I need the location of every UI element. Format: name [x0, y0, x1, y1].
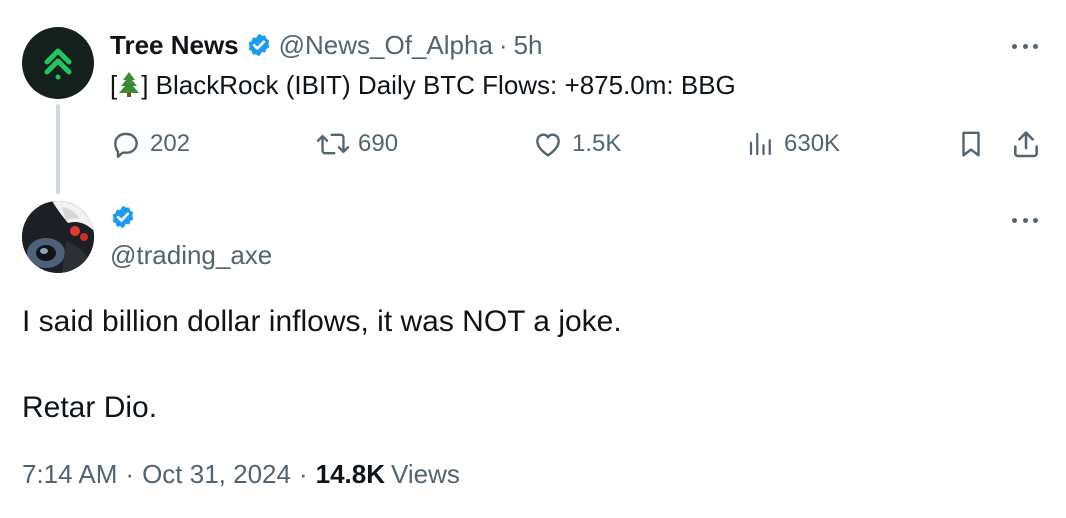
share-icon [1014, 131, 1038, 158]
more-icon[interactable] [1008, 39, 1042, 53]
author-handle[interactable]: @trading_axe [110, 240, 272, 270]
tweet-detail-view: Tree News @News_Of_Alpha · 5h [ ] BlackR… [0, 0, 1066, 518]
tree-news-avatar[interactable] [22, 27, 94, 99]
meta-separator: · [298, 459, 308, 489]
views-button[interactable]: 630K [746, 124, 840, 164]
parent-tweet-header: Tree News @News_Of_Alpha · 5h [110, 30, 543, 60]
repost-button[interactable]: 690 [316, 124, 398, 164]
parent-tweet-actions: 202 690 1.5K 630K [110, 124, 1050, 164]
arrow-up-logo-icon [44, 48, 72, 80]
meta-separator: · [125, 459, 135, 489]
tree-emoji-icon [118, 71, 140, 103]
tweet-time[interactable]: 7:14 AM [22, 458, 117, 490]
tweet-meta: 7:14 AM · Oct 31, 2024 · 14.8K Views [22, 458, 460, 490]
like-button[interactable]: 1.5K [532, 124, 621, 164]
reply-count: 202 [150, 130, 191, 157]
bookmark-button[interactable] [956, 124, 986, 164]
thread-connector-line [56, 104, 60, 194]
views-count: 14.8K [315, 459, 386, 489]
tweet-date[interactable]: Oct 31, 2024 [142, 458, 291, 490]
author-handle[interactable]: @News_Of_Alpha [279, 30, 493, 60]
tweet-time-ago[interactable]: 5h [514, 30, 543, 60]
avatar-image [22, 201, 94, 273]
text-body: ] BlackRock (IBIT) Daily BTC Flows: +875… [141, 70, 736, 100]
author-name[interactable]: Tree News [110, 30, 239, 60]
verified-badge-icon[interactable] [110, 204, 136, 235]
tweet-body-line: Retar Dio. [22, 391, 158, 424]
reply-icon [114, 132, 138, 158]
trading-axe-avatar[interactable] [22, 201, 94, 273]
tweet-body-line: I said billion dollar inflows, it was NO… [22, 305, 622, 338]
views-label: Views [391, 459, 460, 489]
verified-badge-icon[interactable] [246, 32, 272, 58]
bookmark-icon [962, 131, 980, 157]
repost-count: 690 [358, 130, 399, 157]
like-count: 1.5K [572, 130, 622, 157]
parent-tweet-text: [ ] BlackRock (IBIT) Daily BTC Flows: +8… [110, 70, 736, 103]
views-count: 630K [784, 130, 841, 157]
text-prefix: [ [110, 70, 118, 100]
more-icon[interactable] [1008, 213, 1042, 227]
header-separator: · [498, 30, 508, 60]
reply-button[interactable]: 202 [110, 124, 190, 164]
share-button[interactable] [1010, 124, 1042, 164]
like-icon [536, 133, 560, 157]
views-icon [749, 132, 771, 156]
repost-icon [316, 133, 350, 155]
